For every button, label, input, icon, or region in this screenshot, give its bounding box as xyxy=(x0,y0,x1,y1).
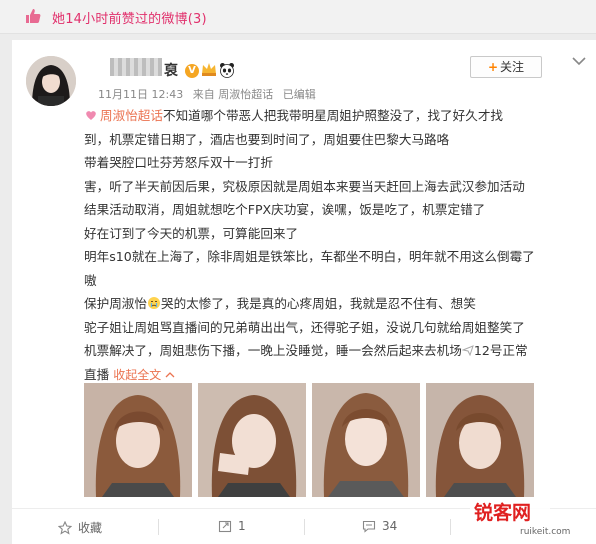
comment-icon xyxy=(362,520,376,533)
photo-thumbnail[interactable] xyxy=(84,383,192,497)
photo-grid xyxy=(84,383,544,497)
post-line: 到，机票定错日期了，酒店也要到时间了，周姐要住巴黎大马路咯 xyxy=(84,131,450,147)
photo-thumbnail[interactable] xyxy=(198,383,306,497)
post-line: 带着哭腔口吐芬芳怒斥双十一打折 xyxy=(84,155,273,170)
post-time[interactable]: 11月11日 12:43 xyxy=(98,88,183,101)
post-line: 驼子姐让周姐骂直播间的兄弟萌出出气，还得驼子姐，没说几句就给周姐整笑了 xyxy=(84,319,525,335)
edited-label[interactable]: 已编辑 xyxy=(283,88,316,101)
comment-count: 34 xyxy=(382,519,398,533)
post-line: 机票解决了，周姐悲伤下播，一晚上没睡觉，睡一会然后起来去机场 12号正常 xyxy=(84,343,528,358)
post-source[interactable]: 来自 周淑怡超话 xyxy=(193,88,274,101)
chevron-down-icon[interactable] xyxy=(572,56,586,66)
verified-icon: V xyxy=(185,64,199,78)
divider xyxy=(450,519,451,535)
post-line: 保护周淑怡 哭的太惨了，我是真的心疼周姐，我就是忍不住有、想笑 xyxy=(84,296,476,311)
collapse-text-link[interactable]: 收起全文 xyxy=(113,368,161,382)
watermark-logo-text: 锐客网 xyxy=(474,501,531,524)
favorite-button[interactable]: 收藏 xyxy=(57,519,103,536)
favorite-label: 收藏 xyxy=(78,521,103,535)
weibo-post-card: 裒 V 11月11日 12:43 来自 周淑怡超话 已编辑 + 关注 周淑怡超话不… xyxy=(12,40,596,508)
divider xyxy=(158,519,159,535)
photo-thumbnail[interactable] xyxy=(312,383,420,497)
post-line: 明年s10就在上海了，除非周姐是铁笨比，车都坐不明白，明年就不用这么倒霉了 xyxy=(84,249,535,264)
site-watermark-logo: 锐客网 xyxy=(470,498,550,526)
chevron-up-icon xyxy=(165,371,175,377)
star-icon xyxy=(57,520,73,535)
thumbs-up-icon xyxy=(26,9,41,23)
post-meta: 11月11日 12:43 来自 周淑怡超话 已编辑 xyxy=(98,86,322,102)
post-line: 嗷 xyxy=(84,272,97,288)
repost-button[interactable]: 1 xyxy=(218,519,246,533)
plane-icon xyxy=(461,345,474,357)
follow-button[interactable]: + 关注 xyxy=(470,56,542,78)
super-topic-link[interactable]: 周淑怡超话 xyxy=(100,108,163,123)
super-topic-icon xyxy=(86,111,96,120)
liked-posts-banner[interactable]: 她14小时前赞过的微博(3) xyxy=(0,0,596,34)
banner-title: 她14小时前赞过的微博(3) xyxy=(52,12,207,27)
watermark-url: ruikeit.com xyxy=(520,527,571,537)
username[interactable]: 裒 xyxy=(164,60,178,80)
post-line: 结果活动取消，周姐就想吃个FPX庆功宴，诶嘿，饭是吃了，机票定错了 xyxy=(84,202,486,217)
post-body: 周淑怡超话不知道哪个带恶人把我带明星周姐护照整没了，找了好久才找 到，机票定错日… xyxy=(84,104,590,387)
comment-button[interactable]: 34 xyxy=(362,519,397,533)
avatar[interactable] xyxy=(26,56,76,106)
photo-thumbnail[interactable] xyxy=(426,383,534,497)
panda-icon xyxy=(220,63,234,78)
repost-icon xyxy=(218,520,232,533)
divider xyxy=(304,519,305,535)
follow-label: 关注 xyxy=(500,60,525,74)
crying-emoji-icon xyxy=(147,297,160,309)
plus-icon: + xyxy=(487,60,499,74)
blurred-username xyxy=(110,58,162,76)
post-line: 好在订到了今天的机票，可算能回来了 xyxy=(84,225,299,241)
post-line: 害，听了半天前因后果，究极原因就是周姐本来要当天赶回上海去武汉参加活动 xyxy=(84,178,525,194)
post-line: 周淑怡超话不知道哪个带恶人把我带明星周姐护照整没了，找了好久才找 xyxy=(84,104,590,128)
repost-count: 1 xyxy=(238,519,246,533)
crown-icon xyxy=(202,63,216,76)
